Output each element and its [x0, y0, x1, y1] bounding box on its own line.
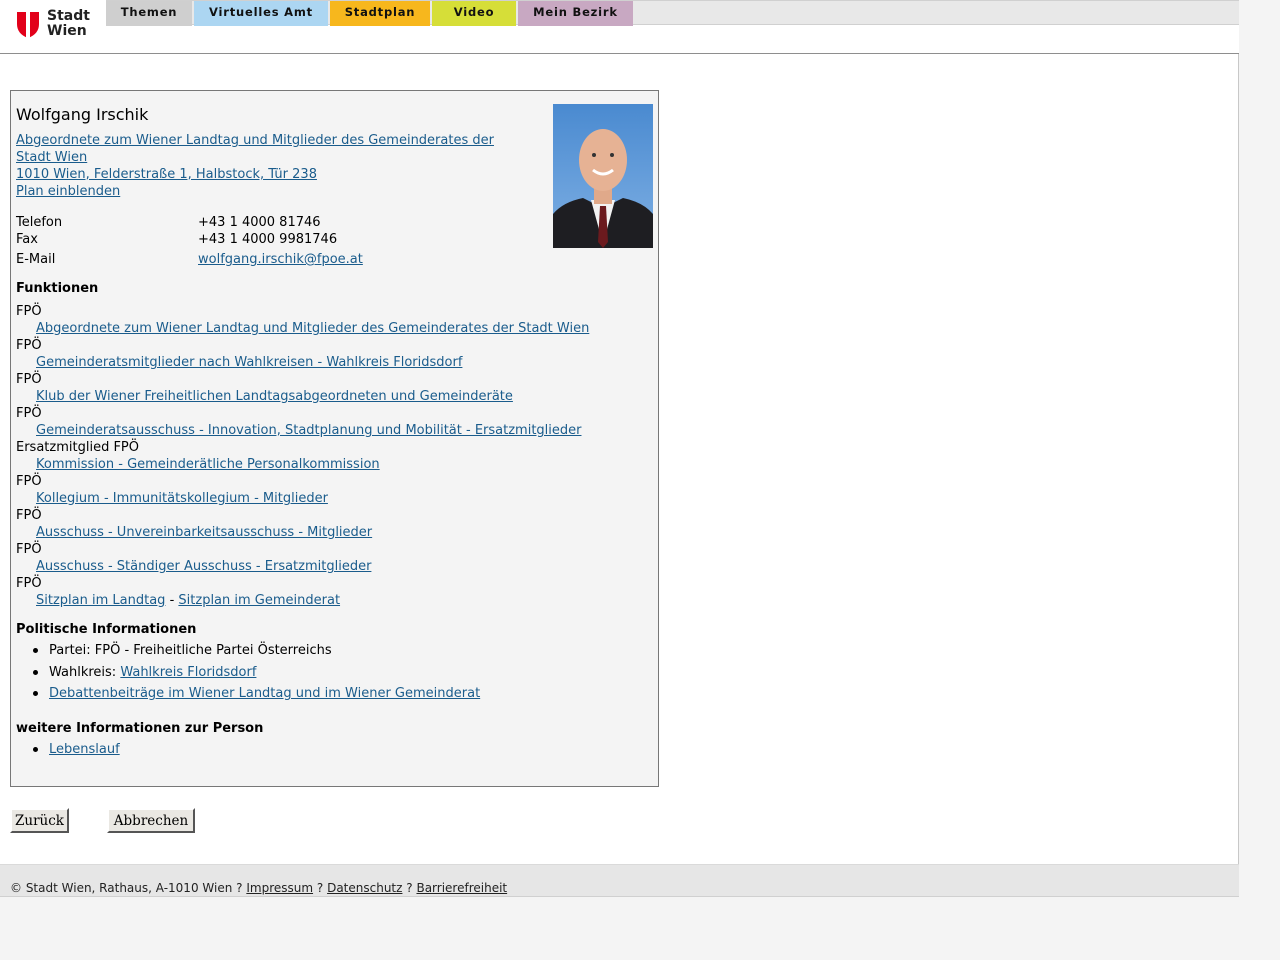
- impressum-link[interactable]: Impressum: [246, 881, 313, 895]
- site-footer: © Stadt Wien, Rathaus, A-1010 Wien ? Imp…: [0, 864, 1239, 897]
- function-link[interactable]: Ausschuss - Ständiger Ausschuss - Ersatz…: [36, 559, 371, 574]
- functions-heading: Funktionen: [16, 281, 99, 296]
- seating-separator: -: [169, 593, 175, 608]
- function-party: Ersatzmitglied FPÖ: [16, 440, 139, 455]
- phone-label: Telefon: [16, 215, 63, 230]
- function-link[interactable]: Gemeinderatsmitglieder nach Wahlkreisen …: [36, 355, 462, 370]
- address-link[interactable]: 1010 Wien, Felderstraße 1, Halbstock, Tü…: [16, 166, 317, 183]
- fax-value: +43 1 4000 9981746: [198, 232, 338, 247]
- function-party: FPÖ: [16, 474, 42, 489]
- political-info-heading: Politische Informationen: [16, 622, 197, 637]
- function-link[interactable]: Kommission - Gemeinderätliche Personalko…: [36, 457, 380, 472]
- seating-plan-gemeinderat-link[interactable]: Sitzplan im Gemeinderat: [178, 593, 340, 608]
- main-navigation: Themen Virtuelles Amt Stadtplan Video Me…: [106, 0, 1239, 26]
- datenschutz-link[interactable]: Datenschutz: [327, 881, 402, 895]
- function-link[interactable]: Gemeinderatsausschuss - Innovation, Stad…: [36, 423, 581, 438]
- page-frame: Stadt Wien Themen Virtuelles Amt Stadtpl…: [0, 0, 1239, 865]
- tab-video[interactable]: Video: [432, 1, 516, 26]
- tab-themen[interactable]: Themen: [106, 1, 192, 26]
- function-party: FPÖ: [16, 508, 42, 523]
- logo-line-2: Wien: [47, 23, 87, 39]
- barrierefreiheit-link[interactable]: Barrierefreiheit: [416, 881, 507, 895]
- function-party: FPÖ: [16, 372, 42, 387]
- function-party: FPÖ: [16, 406, 42, 421]
- cv-link[interactable]: Lebenslauf: [49, 742, 120, 757]
- footer-separator: ?: [316, 881, 324, 895]
- debates-link[interactable]: Debattenbeiträge im Wiener Landtag und i…: [49, 686, 480, 701]
- fax-label: Fax: [16, 232, 38, 247]
- logo-text: Stadt Wien: [47, 9, 90, 39]
- cancel-button[interactable]: Abbrechen: [107, 808, 195, 833]
- bullet-icon: [33, 648, 38, 653]
- tab-stadtplan[interactable]: Stadtplan: [330, 1, 430, 26]
- function-link[interactable]: Abgeordnete zum Wiener Landtag und Mitgl…: [36, 321, 589, 336]
- function-link[interactable]: Kollegium - Immunitätskollegium - Mitgli…: [36, 491, 328, 506]
- footer-separator: ?: [406, 881, 413, 895]
- phone-value: +43 1 4000 81746: [198, 215, 321, 230]
- email-label: E-Mail: [16, 252, 56, 267]
- district-link[interactable]: Wahlkreis Floridsdorf: [120, 665, 256, 680]
- function-link[interactable]: Ausschuss - Unvereinbarkeitsausschuss - …: [36, 525, 372, 540]
- back-button[interactable]: Zurück: [10, 808, 69, 833]
- person-name: Wolfgang Irschik: [16, 105, 149, 124]
- email-link[interactable]: wolfgang.irschik@fpoe.at: [198, 252, 363, 267]
- tab-mein-bezirk[interactable]: Mein Bezirk: [518, 1, 633, 26]
- function-party: FPÖ: [16, 576, 42, 591]
- function-party: FPÖ: [16, 542, 42, 557]
- office-link-line-1[interactable]: Abgeordnete zum Wiener Landtag und Mitgl…: [16, 132, 494, 149]
- copyright-text: © Stadt Wien, Rathaus, A-1010 Wien: [10, 881, 233, 895]
- office-link-line-2[interactable]: Stadt Wien: [16, 149, 87, 166]
- footer-line: © Stadt Wien, Rathaus, A-1010 Wien ? Imp…: [10, 881, 507, 895]
- bullet-icon: [33, 747, 38, 752]
- person-detail-box: Wolfgang Irschik Abgeordnete zum Wiener …: [10, 90, 659, 787]
- bullet-icon: [33, 691, 38, 696]
- function-link[interactable]: Klub der Wiener Freiheitlichen Landtagsa…: [36, 389, 513, 404]
- logo-line-1: Stadt: [47, 8, 90, 24]
- wien-shield-icon: [17, 12, 39, 38]
- tab-virtuelles-amt[interactable]: Virtuelles Amt: [194, 1, 328, 26]
- site-header: Stadt Wien Themen Virtuelles Amt Stadtpl…: [0, 0, 1239, 54]
- district-prefix: Wahlkreis:: [49, 665, 121, 680]
- bullet-icon: [33, 670, 38, 675]
- seating-plan-links: Sitzplan im Landtag - Sitzplan im Gemein…: [36, 593, 340, 608]
- seating-plan-landtag-link[interactable]: Sitzplan im Landtag: [36, 593, 165, 608]
- further-info-heading: weitere Informationen zur Person: [16, 721, 264, 736]
- plan-link[interactable]: Plan einblenden: [16, 183, 120, 200]
- footer-separator: ?: [236, 881, 243, 895]
- district-info: Wahlkreis: Wahlkreis Floridsdorf: [49, 665, 256, 680]
- person-photo: [553, 104, 653, 248]
- function-party: FPÖ: [16, 304, 42, 319]
- function-party: FPÖ: [16, 338, 42, 353]
- stadt-wien-logo[interactable]: Stadt Wien: [16, 9, 90, 43]
- party-info: Partei: FPÖ - Freiheitliche Partei Öster…: [49, 643, 332, 658]
